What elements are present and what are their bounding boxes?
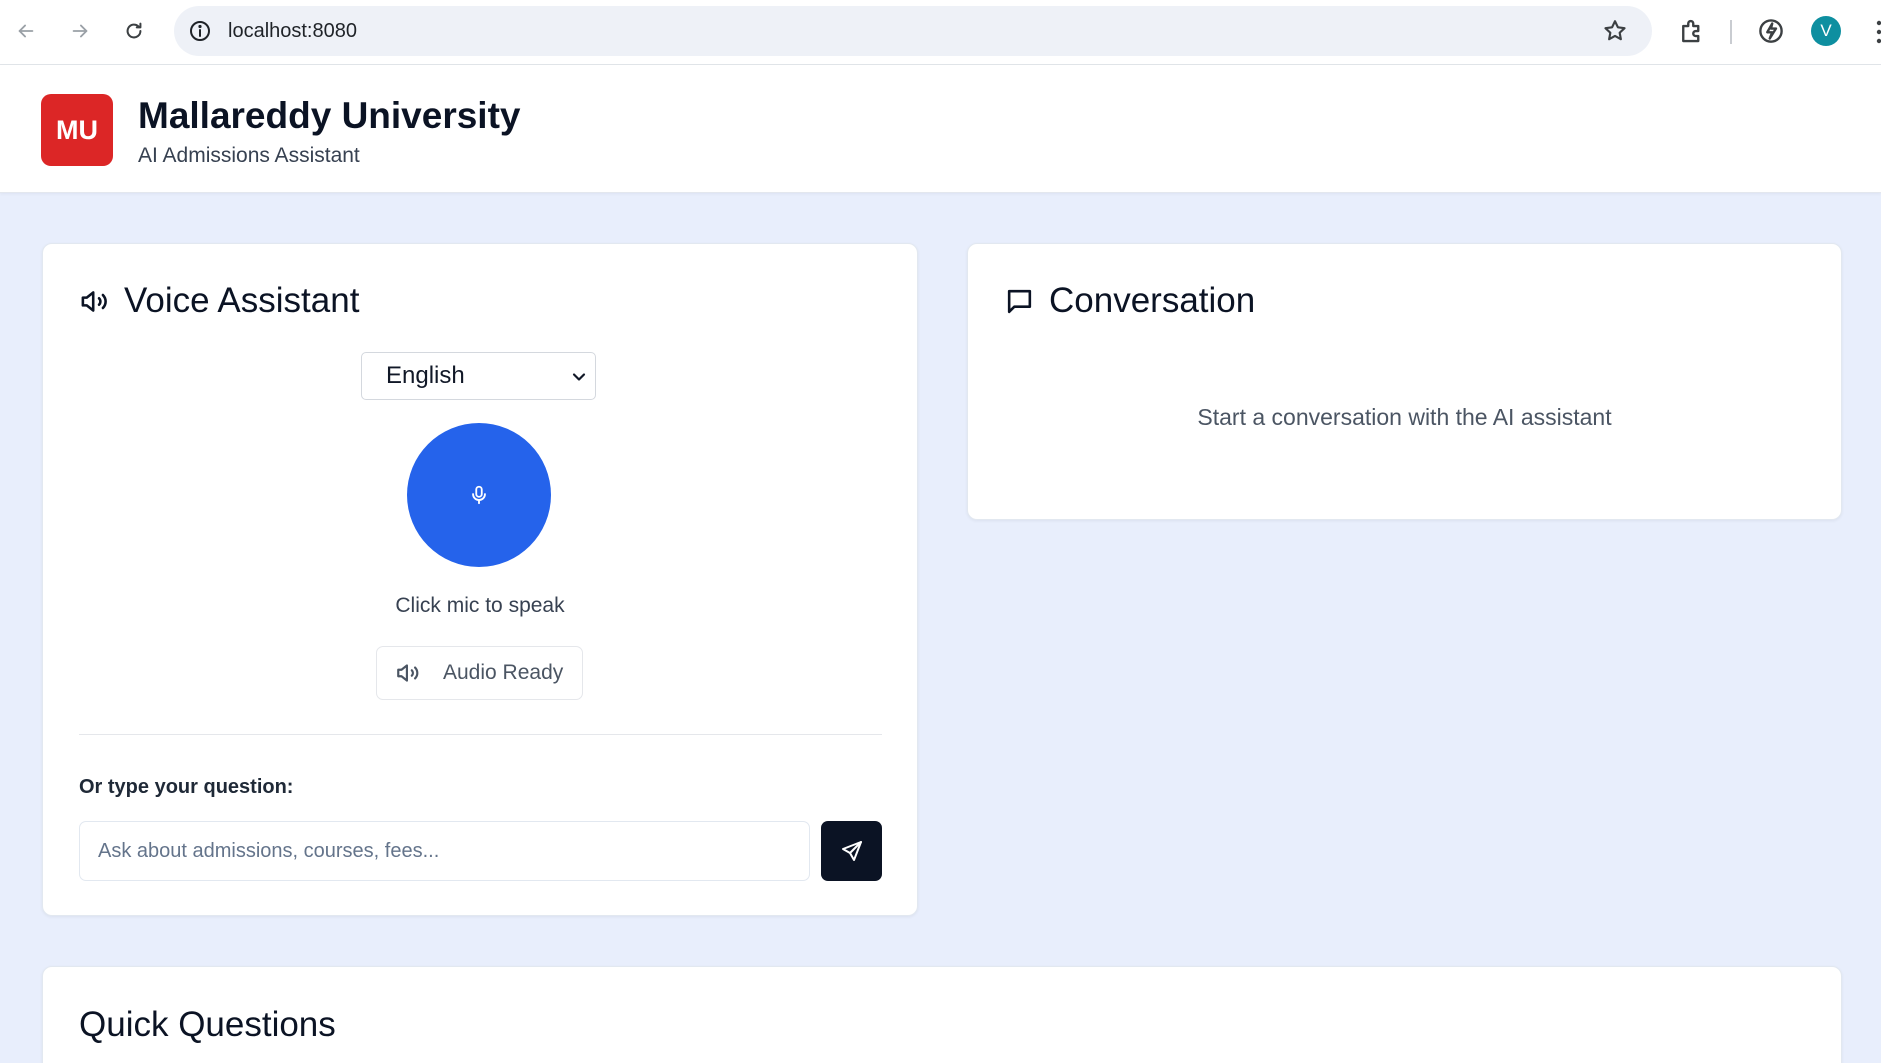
university-logo: MU (41, 94, 113, 166)
speaker-icon (79, 286, 110, 317)
address-bar[interactable]: localhost:8080 (174, 6, 1652, 56)
app-title: Mallareddy University (138, 95, 521, 136)
profile-avatar[interactable]: V (1811, 16, 1841, 46)
speaker-icon (395, 660, 421, 686)
question-input[interactable] (79, 821, 810, 881)
audio-status-label: Audio Ready (443, 661, 564, 684)
voice-assistant-title: Voice Assistant (124, 281, 360, 320)
extensions-icon[interactable] (1677, 16, 1707, 46)
language-select[interactable]: English (361, 352, 596, 400)
back-icon (18, 24, 34, 38)
site-info-icon[interactable] (188, 19, 212, 43)
back-button[interactable] (9, 14, 43, 48)
bookmark-star-icon[interactable] (1602, 18, 1628, 44)
app-subtitle: AI Admissions Assistant (138, 144, 360, 167)
conversation-heading: Conversation (1004, 281, 1255, 321)
type-question-label: Or type your question: (79, 776, 294, 798)
send-button[interactable] (821, 821, 882, 881)
forward-icon (72, 24, 88, 38)
performance-icon[interactable] (1756, 16, 1786, 46)
conversation-title: Conversation (1049, 281, 1256, 320)
browser-toolbar: localhost:8080 V (0, 0, 1881, 65)
mic-hint: Click mic to speak (395, 594, 565, 617)
audio-status-button[interactable]: Audio Ready (376, 646, 583, 700)
conversation-empty-state: Start a conversation with the AI assista… (1197, 404, 1612, 430)
kebab-menu-icon[interactable] (1869, 18, 1881, 46)
url-text[interactable]: localhost:8080 (228, 20, 357, 43)
toolbar-separator (1730, 20, 1732, 44)
chevron-down-icon (572, 373, 586, 381)
conversation-card: Conversation Start a conversation with t… (967, 243, 1842, 520)
voice-assistant-card: Voice Assistant English Click mic to spe… (42, 243, 918, 916)
reload-button[interactable] (117, 14, 151, 48)
language-selected: English (386, 362, 465, 389)
microphone-icon (472, 485, 486, 505)
mic-button[interactable] (407, 423, 551, 567)
forward-button[interactable] (63, 14, 97, 48)
divider (79, 734, 882, 735)
voice-assistant-heading: Voice Assistant (79, 281, 359, 321)
app-header: MU Mallareddy University AI Admissions A… (0, 65, 1881, 193)
quick-questions-title: Quick Questions (79, 1005, 336, 1044)
send-icon (841, 841, 862, 861)
chat-bubble-icon (1004, 286, 1035, 317)
reload-icon (126, 22, 142, 39)
quick-questions-card: Quick Questions (42, 966, 1842, 1063)
